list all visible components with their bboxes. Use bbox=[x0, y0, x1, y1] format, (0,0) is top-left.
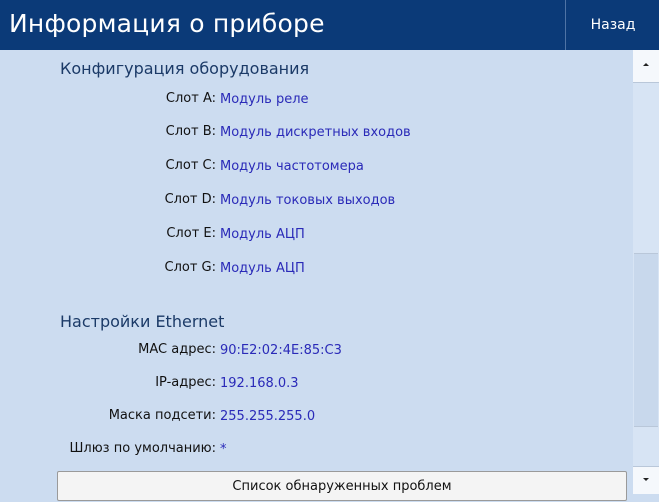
scroll-down-button[interactable] bbox=[633, 466, 659, 494]
slot-d-value: Модуль токовых выходов bbox=[220, 193, 396, 208]
ip-address-row: IP-адрес: 192.168.0.3 bbox=[0, 373, 298, 393]
chevron-down-icon bbox=[643, 478, 649, 481]
mac-address-row: MAC адрес: 90:E2:02:4E:85:C3 bbox=[0, 340, 342, 360]
subnet-mask-value: 255.255.255.0 bbox=[220, 409, 316, 424]
slot-c-value: Модуль частотомера bbox=[220, 159, 364, 174]
ethernet-settings-title: Настройки Ethernet bbox=[60, 312, 225, 331]
chevron-up-icon bbox=[643, 63, 649, 66]
page-title: Информация о приборе bbox=[9, 9, 325, 38]
slot-a-row: Слот A: Модуль реле bbox=[0, 89, 309, 109]
back-button[interactable]: Назад bbox=[565, 0, 659, 50]
subnet-mask-row: Маска подсети: 255.255.255.0 bbox=[0, 406, 315, 426]
ip-address-value: 192.168.0.3 bbox=[220, 376, 299, 391]
hardware-config-title: Конфигурация оборудования bbox=[60, 59, 310, 78]
mac-address-label: MAC адрес: bbox=[138, 342, 216, 357]
ip-address-label: IP-адрес: bbox=[155, 375, 216, 390]
slot-c-label: Слот C: bbox=[165, 158, 216, 173]
slot-e-label: Слот E: bbox=[166, 226, 216, 241]
subnet-mask-label: Маска подсети: bbox=[108, 408, 216, 423]
slot-b-label: Слот B: bbox=[165, 124, 216, 139]
slot-c-row: Слот C: Модуль частотомера bbox=[0, 156, 363, 176]
vertical-scrollbar[interactable] bbox=[633, 50, 659, 494]
slot-a-label: Слот A: bbox=[165, 91, 216, 106]
slot-a-value: Модуль реле bbox=[220, 92, 309, 107]
slot-e-value: Модуль АЦП bbox=[220, 227, 305, 242]
slot-b-row: Слот B: Модуль дискретных входов bbox=[0, 122, 411, 142]
title-bar: Информация о приборе Назад bbox=[0, 0, 659, 50]
mac-address-value: 90:E2:02:4E:85:C3 bbox=[220, 343, 342, 358]
slot-e-row: Слот E: Модуль АЦП bbox=[0, 224, 304, 244]
slot-d-row: Слот D: Модуль токовых выходов bbox=[0, 190, 396, 210]
default-gateway-row: Шлюз по умолчанию: * bbox=[0, 439, 227, 459]
slot-d-label: Слот D: bbox=[164, 192, 216, 207]
problems-list-button[interactable]: Список обнаруженных проблем bbox=[57, 471, 627, 501]
slot-g-row: Слот G: Модуль АЦП bbox=[0, 258, 305, 278]
scroll-up-button[interactable] bbox=[633, 50, 659, 83]
scroll-thumb[interactable] bbox=[634, 253, 658, 427]
default-gateway-label: Шлюз по умолчанию: bbox=[69, 441, 216, 456]
default-gateway-value: * bbox=[220, 442, 227, 457]
slot-g-label: Слот G: bbox=[164, 260, 217, 275]
slot-g-value: Модуль АЦП bbox=[220, 261, 305, 276]
device-info-panel: Конфигурация оборудования Слот A: Модуль… bbox=[0, 50, 633, 493]
slot-b-value: Модуль дискретных входов bbox=[220, 125, 411, 140]
